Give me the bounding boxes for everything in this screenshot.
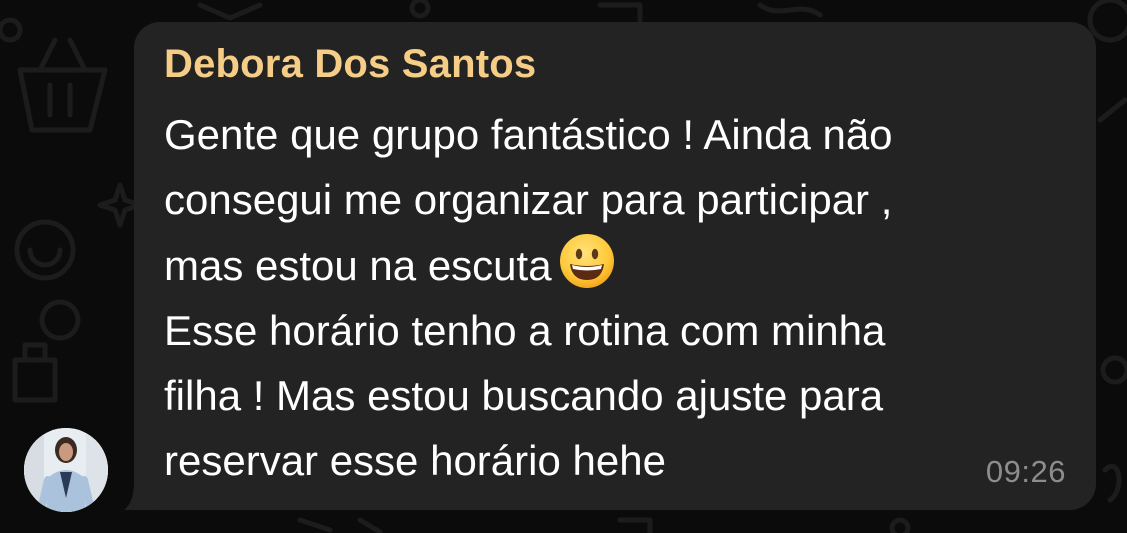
message-line: Gente que grupo fantástico ! Ainda não <box>164 111 893 158</box>
sender-name[interactable]: Debora Dos Santos <box>164 42 536 87</box>
message-text: Gente que grupo fantástico ! Ainda não c… <box>164 102 1074 493</box>
message-timestamp: 09:26 <box>985 454 1066 489</box>
message-line: reservar esse horário hehe <box>164 437 666 484</box>
message-line-text: mas estou na escuta <box>164 242 552 289</box>
message-bubble[interactable]: Debora Dos Santos Gente que grupo fantás… <box>134 22 1096 510</box>
grinning-face-emoji <box>559 234 614 288</box>
message-line: filha ! Mas estou buscando ajuste para <box>164 372 884 419</box>
message-line: Esse horário tenho a rotina com minha <box>164 307 886 354</box>
avatar[interactable] <box>24 428 108 512</box>
sender-profile-photo <box>24 428 108 512</box>
message-line: mas estou na escuta <box>164 232 1074 298</box>
message-line: consegui me organizar para participar , <box>164 176 893 223</box>
